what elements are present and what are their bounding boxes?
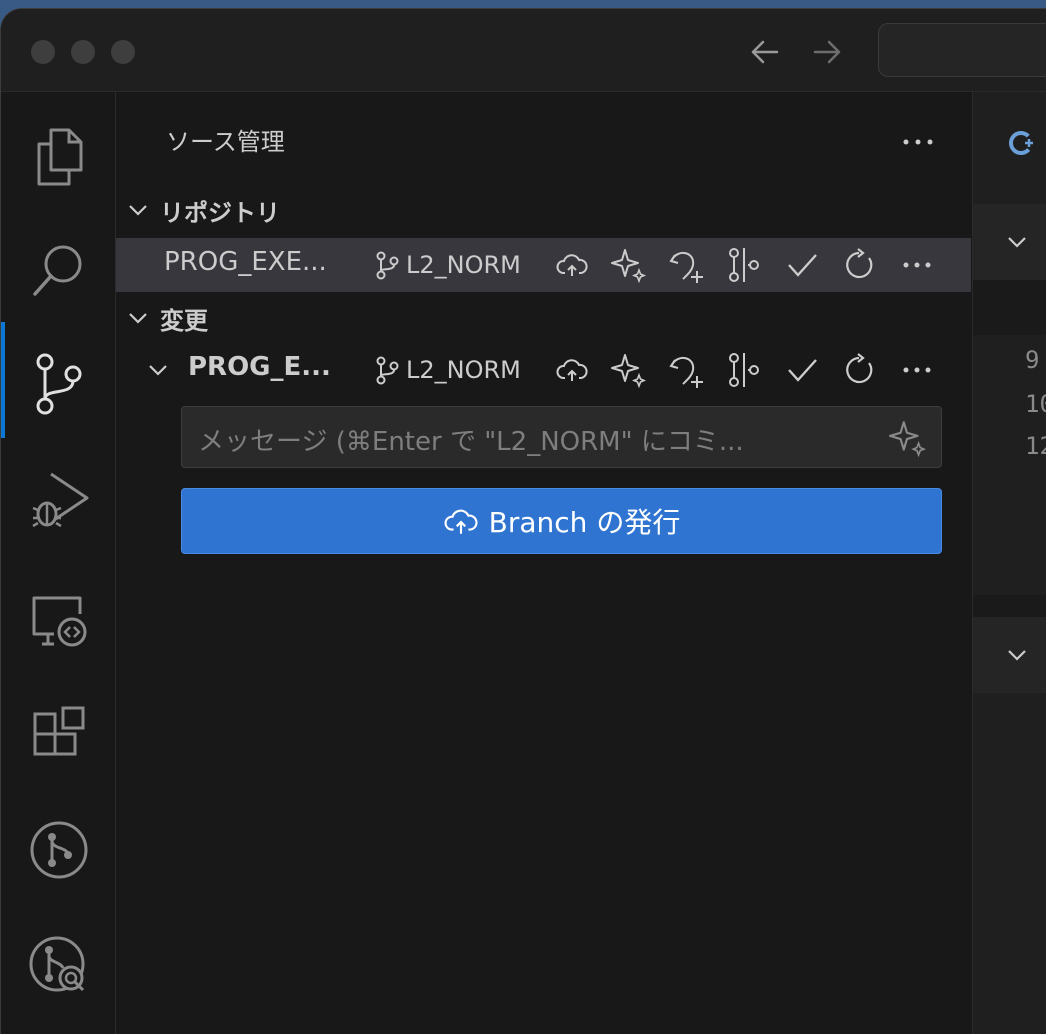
files-icon: [37, 128, 83, 186]
refresh-icon[interactable]: [839, 350, 879, 390]
activity-explorer[interactable]: [21, 119, 97, 195]
more-icon[interactable]: [897, 350, 937, 390]
branch-compare-icon[interactable]: [724, 245, 764, 285]
git-search-icon: [29, 936, 85, 992]
branch-name: L2_NORM: [406, 251, 521, 279]
publish-branch-button[interactable]: Branch の発行: [181, 488, 942, 554]
git-branch-icon: [376, 356, 399, 385]
title-bar: [1, 9, 1046, 92]
back-arrow-icon[interactable]: [745, 32, 785, 72]
maximize-window-button[interactable]: [111, 40, 135, 64]
search-icon: [33, 245, 82, 296]
editor-band: [973, 280, 1046, 335]
section-label: 変更: [160, 306, 208, 335]
extensions-icon: [33, 706, 85, 756]
editor-section-header[interactable]: [973, 204, 1046, 280]
activity-run-debug[interactable]: [21, 462, 97, 538]
activity-search[interactable]: [21, 232, 97, 308]
git-branch-icon: [376, 251, 399, 280]
changes-repository-row[interactable]: PROG_E... L2_NORM: [116, 343, 971, 397]
publish-cloud-icon[interactable]: [552, 350, 592, 390]
activity-extensions[interactable]: [21, 696, 97, 772]
line-number: 12: [1025, 432, 1046, 460]
chevron-down-icon: [1008, 237, 1026, 248]
activity-git-search[interactable]: [21, 928, 97, 1004]
more-icon[interactable]: [897, 245, 937, 285]
panel-title: ソース管理: [166, 128, 285, 156]
close-window-button[interactable]: [31, 40, 55, 64]
minimize-window-button[interactable]: [71, 40, 95, 64]
activity-source-control[interactable]: [21, 346, 97, 422]
cloud-upload-icon: [444, 509, 478, 534]
run-debug-icon: [32, 472, 89, 528]
changes-section-header[interactable]: 変更: [116, 298, 208, 338]
repositories-section-header[interactable]: リポジトリ: [116, 190, 280, 230]
sparkle-icon[interactable]: [889, 419, 927, 458]
chevron-down-icon[interactable]: [146, 358, 170, 386]
forward-arrow-icon[interactable]: [807, 32, 847, 72]
git-graph-icon: [30, 821, 88, 879]
section-label: リポジトリ: [160, 198, 280, 227]
source-control-icon: [36, 353, 82, 415]
more-actions-icon[interactable]: [896, 120, 940, 164]
editor-divider: [973, 595, 1046, 617]
refresh-icon[interactable]: [839, 245, 879, 285]
commit-message-placeholder: メッセージ (⌘Enter で "L2_NORM" にコミ...: [198, 427, 744, 457]
line-number: 10: [1025, 390, 1046, 418]
cpp-file-icon: [1009, 128, 1039, 162]
chevron-down-icon: [116, 190, 160, 230]
activity-git-graph[interactable]: [21, 812, 97, 888]
chevron-down-icon: [116, 298, 160, 338]
sparkle-icon[interactable]: [609, 350, 649, 390]
source-control-panel: ソース管理 リポジトリ PROG_EXE... L2_NORM 変更 PROG_…: [116, 92, 972, 1034]
sparkle-icon[interactable]: [609, 245, 649, 285]
editor-section-header[interactable]: [973, 617, 1046, 693]
publish-button-label: Branch の発行: [488, 506, 681, 539]
vscode-window: ソース管理 リポジトリ PROG_EXE... L2_NORM 変更 PROG_…: [0, 8, 1046, 1034]
activity-remote-explorer[interactable]: [21, 582, 97, 658]
editor-area: 9 10 12: [972, 92, 1046, 1034]
command-center-search[interactable]: [878, 23, 1046, 77]
repository-row[interactable]: PROG_EXE... L2_NORM: [116, 238, 971, 292]
branch-name: L2_NORM: [406, 356, 521, 384]
chevron-down-icon: [1008, 650, 1026, 661]
branch-picker[interactable]: L2_NORM: [374, 250, 521, 280]
branch-compare-icon[interactable]: [724, 350, 764, 390]
remote-explorer-icon: [32, 596, 87, 647]
active-indicator: [1, 322, 5, 438]
publish-cloud-icon[interactable]: [552, 245, 592, 285]
check-commit-icon[interactable]: [782, 350, 822, 390]
check-commit-icon[interactable]: [782, 245, 822, 285]
activity-bar: [1, 92, 116, 1034]
repository-name: PROG_EXE...: [164, 247, 327, 277]
branch-picker[interactable]: L2_NORM: [374, 355, 521, 385]
repository-name: PROG_E...: [188, 352, 331, 382]
line-number: 9: [1025, 346, 1040, 374]
commit-message-input[interactable]: メッセージ (⌘Enter で "L2_NORM" にコミ...: [181, 406, 942, 468]
undo-commit-icon[interactable]: [667, 350, 707, 390]
undo-commit-icon[interactable]: [667, 245, 707, 285]
